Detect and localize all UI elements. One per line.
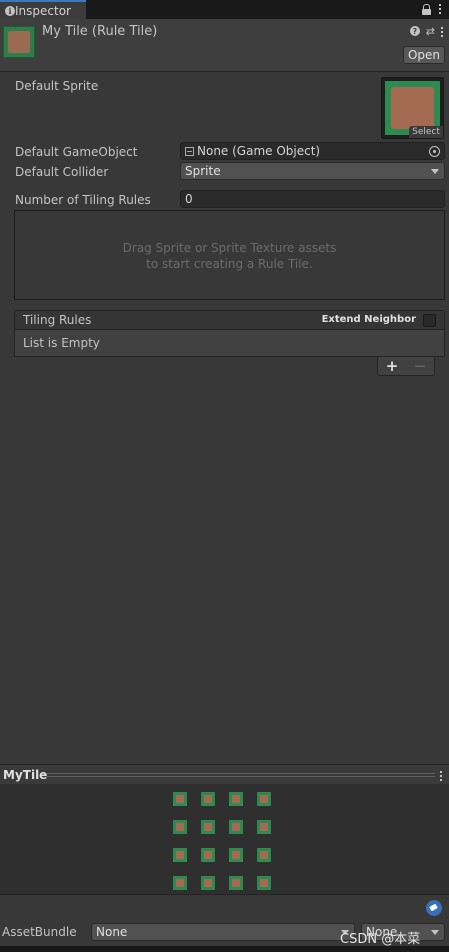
list-footer: + − [377,357,435,376]
default-collider-dropdown[interactable]: Sprite [180,162,445,180]
add-rule-button[interactable]: + [386,357,399,375]
preview-tile [173,848,187,862]
default-gameobject-label: Default GameObject [15,145,138,159]
tab-bar: i Inspector [0,0,449,19]
preview-tile-grid [173,792,271,890]
gameobject-icon [185,146,194,156]
preview-header[interactable]: MyTile [0,764,449,784]
status-strip [0,946,449,952]
sprite-select-button[interactable]: Select [409,126,443,138]
tab-actions [422,2,441,15]
help-icon[interactable]: ? [409,26,420,36]
presets-icon[interactable]: ⇄ [426,26,435,37]
default-sprite-field[interactable]: Select [381,77,444,139]
inspector-header: My Tile (Rule Tile) ? ⇄ Open [0,19,449,72]
default-collider-label: Default Collider [15,165,109,179]
chevron-down-icon [431,930,439,935]
preview-tile [201,848,215,862]
object-picker-icon[interactable] [429,146,440,157]
drop-hint-line1: Drag Sprite or Sprite Texture assets [122,241,337,255]
tab-inspector[interactable]: i Inspector [0,0,86,19]
context-menu-icon[interactable] [441,25,443,37]
tab-label: Inspector [15,3,71,18]
asset-bundle-value: None [96,925,128,939]
preview-tile [229,792,243,806]
asset-bundle-label: AssetBundle [2,925,77,939]
drop-hint: Drag Sprite or Sprite Texture assets to … [15,240,444,272]
tiling-rules-header: Tiling Rules Extend Neighbor [14,310,445,330]
asset-thumbnail [3,26,35,58]
asset-bundle-dropdown[interactable]: None [91,923,355,941]
preview-tile [229,848,243,862]
drag-handle[interactable] [47,773,435,777]
gameobject-value: None (Game Object) [197,144,321,158]
preview-tile [173,876,187,890]
asset-title: My Tile (Rule Tile) [42,24,158,39]
list-empty-text: List is Empty [23,336,100,350]
collider-value: Sprite [185,164,221,178]
open-button[interactable]: Open [403,46,445,64]
label-tag-icon[interactable] [426,900,442,916]
preview-tile [173,792,187,806]
num-rules-input[interactable]: 0 [180,190,445,208]
chevron-down-icon [431,169,439,174]
preview-tile [201,792,215,806]
info-icon: i [5,5,15,16]
drop-hint-line2: to start creating a Rule Tile. [146,257,313,271]
preview-tile [229,820,243,834]
tiling-rules-list: List is Empty [14,330,445,357]
watermark: CSDN @本菜 [340,932,421,947]
num-rules-label: Number of Tiling Rules [15,193,151,207]
tiling-rules-title: Tiling Rules [23,313,92,327]
preview-tile [257,820,271,834]
preview-tile [257,848,271,862]
sprite-drop-area[interactable]: Drag Sprite or Sprite Texture assets to … [14,210,445,300]
header-icons: ? ⇄ [409,25,443,37]
tile-preview-area [0,784,449,894]
default-sprite-label: Default Sprite [15,79,99,93]
asset-bundle-bar: AssetBundle None None CSDN @本菜 [0,894,449,952]
more-options-icon[interactable] [439,2,441,14]
preview-tile [173,820,187,834]
lock-icon[interactable] [422,4,431,15]
preview-tile [201,876,215,890]
preview-tile [201,820,215,834]
preview-tile [229,876,243,890]
remove-rule-button[interactable]: − [414,357,427,375]
default-gameobject-field[interactable]: None (Game Object) [180,142,445,160]
preview-title: MyTile [3,768,48,782]
preview-menu-icon[interactable] [440,769,442,781]
extend-neighbor-checkbox[interactable] [423,314,436,327]
preview-tile [257,876,271,890]
extend-neighbor-label: Extend Neighbor [321,314,416,325]
preview-tile [257,792,271,806]
